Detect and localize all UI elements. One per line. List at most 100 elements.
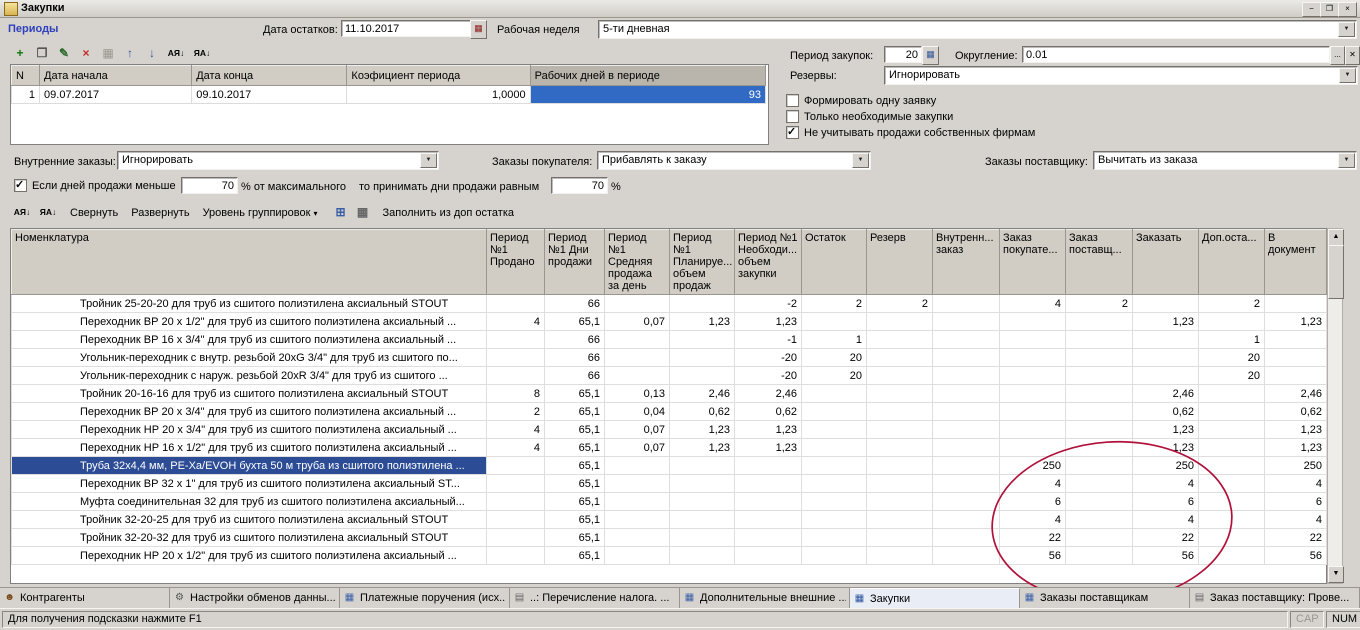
table-row[interactable]: Труба 32х4,4 мм, PE-Xa/EVOH бухта 50 м т… (12, 457, 1327, 475)
value-cell[interactable] (867, 331, 933, 349)
add-button[interactable]: + (10, 45, 30, 63)
value-cell[interactable] (867, 457, 933, 475)
delete-button[interactable]: × (76, 45, 96, 63)
value-cell[interactable] (605, 511, 670, 529)
value-cell[interactable] (735, 529, 802, 547)
value-cell[interactable]: 2 (1066, 295, 1133, 313)
value-cell[interactable]: 2,46 (1133, 385, 1199, 403)
copy-button[interactable]: ❐ (32, 45, 52, 63)
value-cell[interactable]: 56 (1133, 547, 1199, 565)
value-cell[interactable]: 1,23 (1265, 421, 1327, 439)
move-up-button[interactable]: ↑ (120, 45, 140, 63)
value-cell[interactable] (487, 295, 545, 313)
nomenclature-cell[interactable]: Переходник ВР 16 х 3/4" для труб из сшит… (12, 331, 487, 349)
work-week-select[interactable]: 5-ти дневная ▼ (598, 20, 1357, 39)
internal-orders-select[interactable]: Игнорировать ▼ (117, 151, 439, 170)
value-cell[interactable] (1000, 349, 1066, 367)
value-cell[interactable] (1000, 367, 1066, 385)
value-cell[interactable]: 22 (1000, 529, 1066, 547)
bottom-tab[interactable]: ▦Платежные поручения (исх... (340, 588, 510, 608)
supplier-orders-select[interactable]: Вычитать из заказа ▼ (1093, 151, 1357, 170)
nomenclature-cell[interactable]: Угольник-переходник с наруж. резьбой 20x… (12, 367, 487, 385)
value-cell[interactable]: 2,46 (735, 385, 802, 403)
value-cell[interactable]: 2 (487, 403, 545, 421)
value-cell[interactable]: 20 (1199, 349, 1265, 367)
value-cell[interactable]: 4 (1265, 475, 1327, 493)
value-cell[interactable]: -2 (735, 295, 802, 313)
min-percent-input[interactable] (181, 177, 238, 194)
value-cell[interactable] (933, 475, 1000, 493)
fill-from-extra-button[interactable]: Заполнить из доп остатка (383, 207, 514, 219)
value-cell[interactable] (1199, 421, 1265, 439)
table-row[interactable]: Угольник-переходник с наруж. резьбой 20x… (12, 367, 1327, 385)
table-row[interactable]: Переходник ВР 16 х 3/4" для труб из сшит… (12, 331, 1327, 349)
value-cell[interactable] (487, 475, 545, 493)
value-cell[interactable] (670, 493, 735, 511)
value-cell[interactable] (1066, 547, 1133, 565)
value-cell[interactable] (670, 331, 735, 349)
value-cell[interactable]: 66 (545, 367, 605, 385)
value-cell[interactable] (1066, 475, 1133, 493)
value-cell[interactable]: 20 (802, 349, 867, 367)
bottom-tab[interactable]: ⚙Настройки обменов данны... (170, 588, 340, 608)
bottom-tab[interactable]: ▦Дополнительные внешние ... (680, 588, 850, 608)
value-cell[interactable] (802, 547, 867, 565)
minimize-button[interactable]: − (1302, 2, 1321, 17)
value-cell[interactable] (1265, 349, 1327, 367)
value-cell[interactable]: 0,04 (605, 403, 670, 421)
value-cell[interactable] (487, 349, 545, 367)
value-cell[interactable] (933, 385, 1000, 403)
value-cell[interactable] (867, 313, 933, 331)
value-cell[interactable] (867, 547, 933, 565)
value-cell[interactable]: 65,1 (545, 475, 605, 493)
value-cell[interactable]: 6 (1265, 493, 1327, 511)
rounding-input[interactable] (1022, 46, 1330, 63)
nomenclature-cell[interactable]: Тройник 20-16-16 для труб из сшитого пол… (12, 385, 487, 403)
value-cell[interactable] (670, 457, 735, 475)
value-cell[interactable] (802, 385, 867, 403)
value-cell[interactable] (1199, 439, 1265, 457)
value-cell[interactable]: 56 (1000, 547, 1066, 565)
value-cell[interactable]: 65,1 (545, 511, 605, 529)
value-cell[interactable] (1133, 295, 1199, 313)
value-cell[interactable] (1133, 331, 1199, 349)
value-cell[interactable] (670, 349, 735, 367)
value-cell[interactable] (1066, 511, 1133, 529)
value-cell[interactable]: 1,23 (1133, 439, 1199, 457)
chevron-down-icon[interactable]: ▼ (420, 153, 437, 168)
value-cell[interactable]: 1,23 (1133, 313, 1199, 331)
chevron-down-icon[interactable]: ▼ (1339, 68, 1356, 83)
equal-percent-input[interactable] (551, 177, 608, 194)
nomenclature-cell[interactable]: Труба 32х4,4 мм, PE-Xa/EVOH бухта 50 м т… (12, 457, 487, 475)
edit-button[interactable]: ✎ (54, 45, 74, 63)
value-cell[interactable] (802, 457, 867, 475)
value-cell[interactable] (605, 367, 670, 385)
value-cell[interactable] (670, 547, 735, 565)
value-cell[interactable] (867, 349, 933, 367)
value-cell[interactable] (487, 493, 545, 511)
table-row[interactable]: Переходник НР 16 х 1/2" для труб из сшит… (12, 439, 1327, 457)
value-cell[interactable] (1000, 313, 1066, 331)
sort-asc-button[interactable]: АЯ↓ (10, 204, 34, 222)
period-workdays-cell[interactable]: 93 (530, 86, 765, 104)
value-cell[interactable] (1066, 457, 1133, 475)
column-header[interactable]: Период №1 Планируе... объем продаж (670, 230, 735, 295)
table-row[interactable]: Переходник ВР 20 х 3/4" для труб из сшит… (12, 403, 1327, 421)
value-cell[interactable] (867, 385, 933, 403)
value-cell[interactable] (1199, 475, 1265, 493)
close-button[interactable]: × (1338, 2, 1357, 17)
calendar-icon[interactable]: ▦ (470, 20, 487, 39)
nomenclature-cell[interactable]: Переходник ВР 20 х 3/4" для труб из сшит… (12, 403, 487, 421)
option-checkbox-row[interactable]: Формировать одну заявку (786, 94, 936, 107)
value-cell[interactable]: 66 (545, 349, 605, 367)
value-cell[interactable]: 2,46 (670, 385, 735, 403)
value-cell[interactable]: 1,23 (735, 421, 802, 439)
value-cell[interactable]: 65,1 (545, 439, 605, 457)
value-cell[interactable] (735, 457, 802, 475)
value-cell[interactable] (1199, 529, 1265, 547)
option-checkbox-row[interactable]: Не учитывать продажи собственных фирмам (786, 126, 1035, 139)
chevron-down-icon[interactable]: ▼ (1338, 22, 1355, 37)
value-cell[interactable]: 4 (487, 313, 545, 331)
value-cell[interactable]: 22 (1133, 529, 1199, 547)
value-cell[interactable] (867, 493, 933, 511)
